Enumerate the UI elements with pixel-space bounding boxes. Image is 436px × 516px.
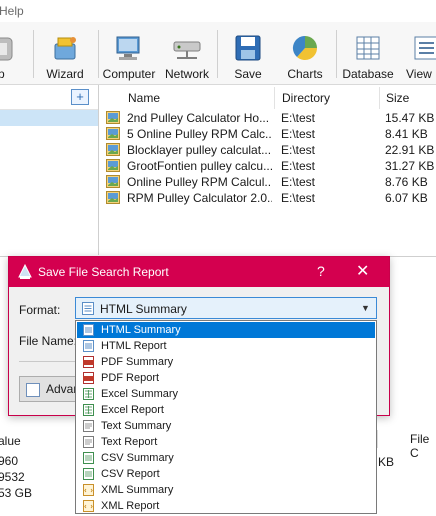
text-file-icon [83,420,94,432]
option-html-report[interactable]: HTML Report [77,338,375,354]
stop-icon [0,37,13,61]
menu-bar: Help [0,0,436,22]
image-file-icon [106,127,120,140]
dialog-title: Save File Search Report [38,265,169,279]
csv-file-icon [83,452,94,464]
toolbar-stop-button[interactable]: top [0,30,30,82]
toolbar-charts-button[interactable]: Charts [275,30,335,82]
file-row[interactable]: Blocklayer pulley calculat... E:\test 22… [100,142,436,158]
settings-grid-icon [26,383,40,397]
xml-file-icon [83,500,94,512]
option-text-report[interactable]: Text Report [77,434,375,450]
column-header-name[interactable]: Name [128,91,160,105]
excel-file-icon [83,388,94,400]
format-dropdown-list[interactable]: HTML Summary HTML Report PDF Summary PDF… [75,320,377,514]
database-icon [356,36,380,60]
toolbar-computer-button[interactable]: Computer [99,30,159,82]
html-file-icon [82,302,94,315]
tree-selected-item[interactable] [0,110,98,126]
toolbar-save-button[interactable]: Save [218,30,278,82]
tree-header: + [0,85,98,110]
file-list: Name Directory Size 2nd Pulley Calculato… [100,85,436,255]
xml-file-icon [83,484,94,496]
html-file-icon [83,324,94,336]
file-row[interactable]: RPM Pulley Calculator 2.0.... E:\test 6.… [100,190,436,206]
option-csv-summary[interactable]: CSV Summary [77,450,375,466]
toolbar-separator [33,30,34,78]
charts-icon [292,35,318,61]
menu-item-help[interactable]: Help [0,4,24,18]
file-row[interactable]: Online Pulley RPM Calcul... E:\test 8.76… [100,174,436,190]
chevron-down-icon[interactable]: ▼ [361,303,370,313]
toolbar-separator [336,30,337,78]
column-divider[interactable] [274,87,275,109]
image-file-icon [106,111,120,124]
close-button[interactable]: ✕ [356,261,369,281]
toolbar-view-button[interactable]: View [396,30,436,82]
column-header-file-count[interactable]: File C [377,430,436,460]
summary-value: 960 [0,454,19,468]
view-icon [414,36,436,60]
column-divider[interactable] [379,87,380,109]
image-file-icon [106,143,120,156]
option-excel-summary[interactable]: Excel Summary [77,386,375,402]
format-select[interactable]: HTML Summary ▼ [75,297,377,319]
summary-value: 53 GB [0,486,33,500]
image-file-icon [106,159,120,172]
option-text-summary[interactable]: Text Summary [77,418,375,434]
save-icon [235,35,261,61]
option-xml-report[interactable]: XML Report [77,498,375,514]
html-file-icon [83,340,94,352]
dialog-title-bar[interactable]: Save File Search Report ? ✕ [9,257,389,287]
pdf-file-icon [83,356,94,368]
file-row[interactable]: 5 Online Pulley RPM Calc... E:\test 8.41… [100,126,436,142]
option-excel-report[interactable]: Excel Report [77,402,375,418]
app-icon [18,264,32,279]
help-button[interactable]: ? [317,263,325,279]
option-csv-report[interactable]: CSV Report [77,466,375,482]
filename-label: File Name: [19,334,78,348]
pdf-file-icon [83,372,94,384]
file-row[interactable]: 2nd Pulley Calculator Ho... E:\test 15.4… [100,110,436,126]
column-header-size[interactable]: Size [386,91,409,105]
toolbar-network-button[interactable]: Network [157,30,217,82]
summary-header-value: alue [0,434,21,448]
file-row[interactable]: GrootFontien pulley calcu... E:\test 31.… [100,158,436,174]
toolbar-database-button[interactable]: Database [338,30,398,82]
image-file-icon [106,191,120,204]
format-label: Format: [19,303,61,317]
size-unit-label: KB [378,455,395,469]
summary-value: 9532 [0,470,25,484]
add-folder-button[interactable]: + [71,89,89,105]
option-pdf-report[interactable]: PDF Report [77,370,375,386]
csv-file-icon [83,468,94,480]
format-select-value: HTML Summary [100,302,187,316]
excel-file-icon [83,404,94,416]
text-file-icon [83,436,94,448]
toolbar-wizard-button[interactable]: Wizard [35,30,95,82]
column-header-directory[interactable]: Directory [282,91,330,105]
wizard-icon [54,37,76,60]
option-xml-summary[interactable]: XML Summary [77,482,375,498]
network-icon [173,41,201,59]
image-file-icon [106,175,120,188]
option-html-summary[interactable]: HTML Summary [77,322,375,338]
toolbar: top Wizard Computer Network [0,22,436,85]
folder-tree-pane[interactable]: + [0,85,99,255]
option-pdf-summary[interactable]: PDF Summary [77,354,375,370]
computer-icon [116,36,140,60]
